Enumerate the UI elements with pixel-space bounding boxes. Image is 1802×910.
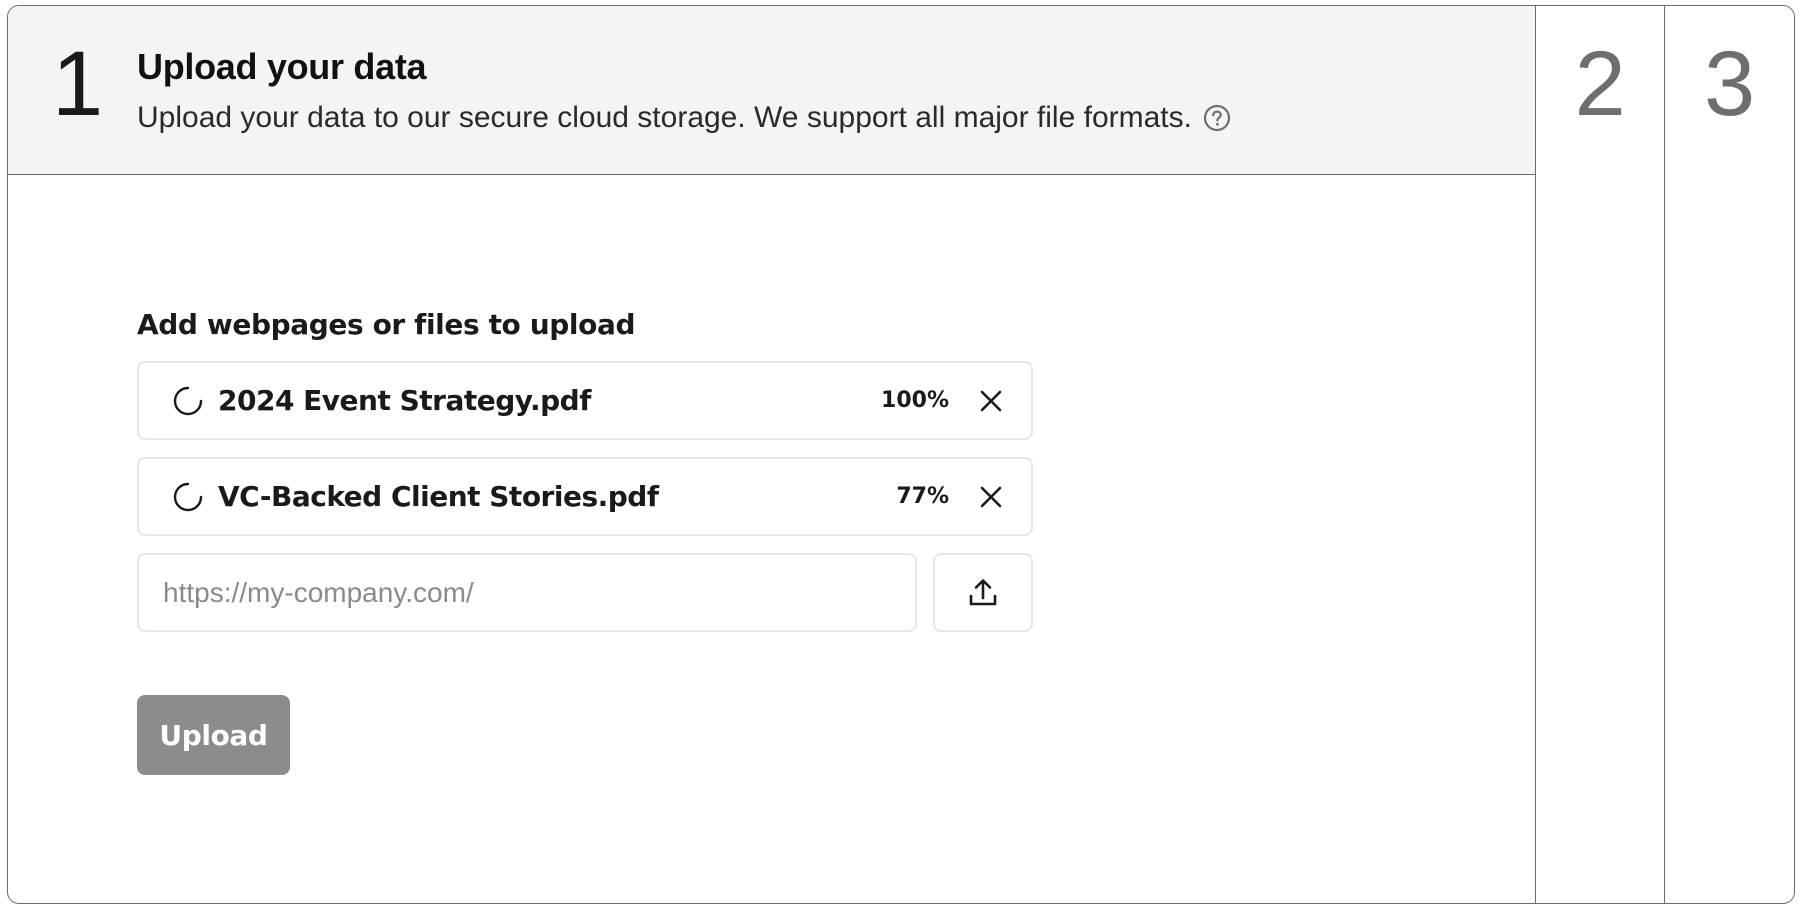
spinner-icon bbox=[170, 383, 206, 419]
step-description: Upload your data to our secure cloud sto… bbox=[137, 101, 1232, 135]
step-1-header: 1 Upload your data Upload your data to o… bbox=[8, 6, 1536, 175]
close-icon bbox=[980, 390, 1002, 411]
file-name: 2024 Event Strategy.pdf bbox=[218, 384, 591, 417]
file-list-item: VC-Backed Client Stories.pdf 77% bbox=[137, 457, 1033, 536]
file-name: VC-Backed Client Stories.pdf bbox=[218, 480, 659, 513]
step-description-text: Upload your data to our secure cloud sto… bbox=[137, 101, 1192, 134]
remove-file-button[interactable] bbox=[973, 479, 1009, 515]
spinner-icon bbox=[170, 479, 206, 515]
file-progress: 77% bbox=[896, 484, 949, 509]
upload-file-button[interactable] bbox=[933, 553, 1033, 632]
step-3-tab[interactable]: 3 bbox=[1665, 6, 1794, 903]
file-progress: 100% bbox=[881, 388, 949, 413]
step-1-body: Add webpages or files to upload 2024 Eve… bbox=[8, 175, 1535, 903]
step-title: Upload your data bbox=[137, 46, 427, 87]
step-number: 3 bbox=[1703, 33, 1756, 135]
upload-section-label: Add webpages or files to upload bbox=[137, 308, 636, 341]
upload-icon bbox=[969, 578, 997, 605]
step-number: 2 bbox=[1574, 33, 1626, 135]
file-list-item: 2024 Event Strategy.pdf 100% bbox=[137, 361, 1033, 440]
close-icon bbox=[980, 486, 1002, 507]
step-number: 1 bbox=[52, 33, 104, 135]
step-2-tab[interactable]: 2 bbox=[1536, 6, 1666, 903]
remove-file-button[interactable] bbox=[973, 383, 1009, 419]
stepper-container: 1 Upload your data Upload your data to o… bbox=[7, 5, 1795, 904]
step-1-panel: 1 Upload your data Upload your data to o… bbox=[8, 6, 1537, 903]
help-circle-icon[interactable] bbox=[1202, 103, 1232, 133]
url-input[interactable] bbox=[137, 553, 917, 632]
upload-button[interactable]: Upload bbox=[137, 695, 290, 775]
